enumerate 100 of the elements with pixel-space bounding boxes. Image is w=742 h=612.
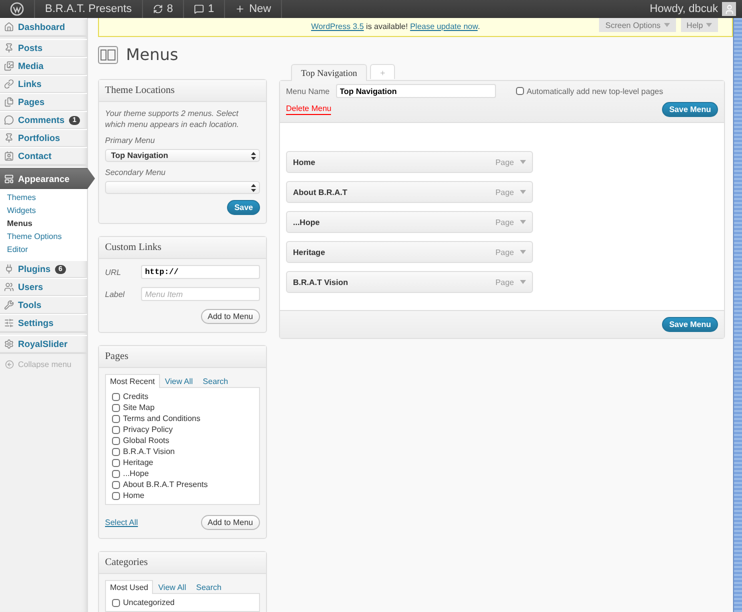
menu-tab[interactable]: Top Navigation [291,64,368,81]
checkbox[interactable] [112,480,120,488]
option-label: Site Map [123,403,155,412]
option-label: Automatically add new top-level pages [526,86,664,96]
submenu-item[interactable]: Widgets [0,204,87,217]
checkbox[interactable] [112,392,120,400]
checkbox[interactable] [112,414,120,422]
sidebar-item[interactable]: Posts [0,39,87,57]
caret-icon [520,280,526,284]
caret-icon [520,250,526,254]
sliders-icon [4,318,14,328]
menu-item[interactable]: B.R.A.T Vision Page [286,271,533,293]
tab[interactable]: Search [198,374,234,388]
submenu-item[interactable]: Themes [0,191,87,204]
option-label: Global Roots [123,436,170,445]
option-label: ...Hope [123,469,149,478]
tab[interactable]: View All [160,374,198,388]
save-menu-button[interactable]: Save Menu [662,102,718,117]
menu-item[interactable]: About B.R.A.T Page [286,181,533,203]
checkbox[interactable] [112,598,120,606]
panel-title: Custom Links [99,237,266,259]
panel-description: Your theme supports 2 menus. Select which menu appears in each location. [105,108,240,130]
save-button[interactable]: Save [227,200,260,215]
images-icon [4,61,14,71]
option-label: Heritage [123,458,154,467]
tab[interactable]: Most Used [105,580,154,594]
wrench-icon [4,300,14,310]
add-to-menu-button[interactable]: Add to Menu [200,309,260,324]
menu-select[interactable]: Top Navigation [105,149,260,162]
option-label: Credits [123,392,148,401]
option-label: Home [123,491,144,500]
url-field[interactable]: http:// [141,265,260,279]
submenu-item[interactable]: Menus [0,217,87,230]
tab[interactable]: View All [153,580,192,594]
checkbox[interactable] [112,448,120,456]
tab[interactable]: Most Recent [105,374,160,388]
sidebar-item[interactable]: Appearance [0,168,95,189]
screen-tab[interactable]: Help [680,18,718,32]
link-icon [4,79,14,89]
submenu-item[interactable]: Editor [0,243,87,256]
page-title: Menus [126,45,178,64]
caret-icon [520,160,526,164]
arrow-left-icon [5,360,14,369]
caret-icon [664,23,670,27]
menu-item[interactable]: Heritage Page [286,241,533,263]
checkbox[interactable] [112,436,120,444]
caret-icon [520,190,526,194]
sidebar-item[interactable]: Contact [0,147,87,165]
menus-icon [98,46,118,64]
panel-title: Pages [99,346,266,368]
sidebar-item[interactable]: Settings [0,314,87,332]
sidebar-item[interactable]: Links [0,75,87,93]
menu-name-field[interactable]: Top Navigation [336,84,496,98]
field-label: Label [105,290,126,298]
sidebar-item[interactable]: Dashboard [0,18,87,36]
version-link[interactable]: WordPress 3.5 [311,22,364,31]
sidebar-item[interactable]: Pages [0,93,87,111]
field-label: Menu Name [286,86,330,96]
label-field[interactable]: Menu Item [141,287,260,301]
speech-bubble-icon [4,115,14,125]
panel-title: Theme Locations [99,80,266,102]
account-link[interactable]: Howdy, dbcuk [644,2,742,16]
caret-icon [706,23,712,27]
add-to-menu-button[interactable]: Add to Menu [200,515,260,530]
checkbox[interactable] [112,458,120,466]
update-link[interactable]: Please update now [410,22,478,31]
screen-tab[interactable]: Screen Options [599,18,676,32]
option-label: Terms and Conditions [123,414,200,423]
users-icon [4,282,14,292]
refresh-icon [152,4,163,14]
tab[interactable]: Search [191,580,226,594]
checkbox[interactable] [112,426,120,434]
field-label: URL [105,268,122,276]
sidebar-item[interactable]: Users [0,278,87,296]
delete-menu-link[interactable]: Delete Menu [286,104,332,115]
option-label: About B.R.A.T Presents [123,480,208,489]
checkbox[interactable] [516,87,524,95]
sidebar-item[interactable]: RoyalSlider [0,335,87,353]
checkbox[interactable] [112,404,120,412]
scrollbar[interactable] [733,18,742,612]
select-all-link[interactable]: Select All [105,518,138,527]
option-label: Privacy Policy [123,425,173,434]
sidebar-item[interactable]: Media [0,57,87,75]
pin-icon [4,133,14,143]
select-arrows-icon [251,184,256,192]
plug-icon [4,264,14,274]
checkbox[interactable] [112,492,120,500]
menu-item[interactable]: ...Hope Page [286,211,533,233]
checkbox[interactable] [112,470,120,478]
sidebar-item[interactable]: Portfolios [0,129,87,147]
panel-title: Categories [99,552,266,574]
house-icon [4,22,14,32]
submenu-item[interactable]: Theme Options [0,230,87,243]
sidebar-item[interactable]: Tools [0,296,87,314]
option-label: B.R.A.T Vision [123,447,175,456]
layout-icon [4,174,14,184]
menu-item[interactable]: Home Page [286,151,533,173]
save-menu-button[interactable]: Save Menu [662,317,718,332]
field-label: Primary Menu [105,136,156,145]
caret-icon [520,220,526,224]
